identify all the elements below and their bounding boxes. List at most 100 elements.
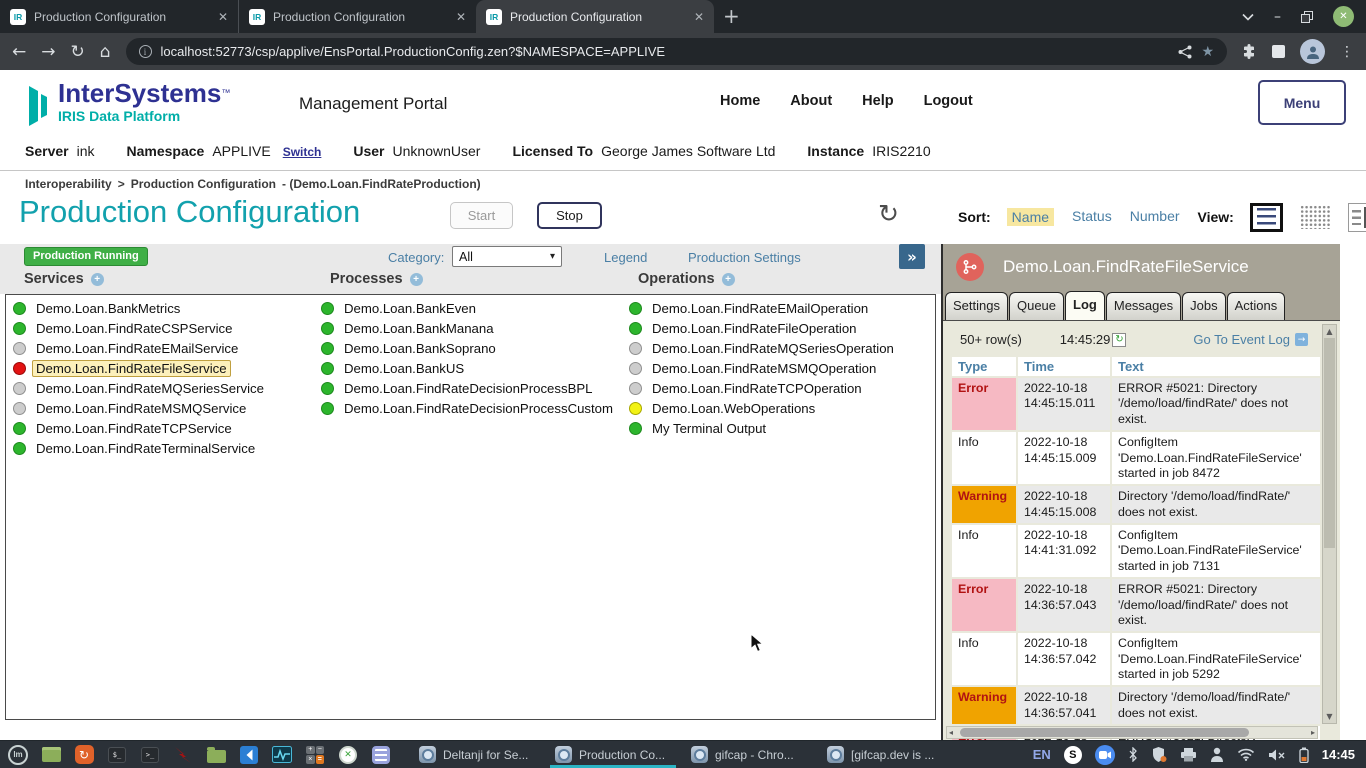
panel-tab-messages[interactable]: Messages bbox=[1106, 292, 1181, 320]
config-item[interactable]: Demo.Loan.BankMetrics bbox=[13, 298, 268, 318]
extensions-puzzle-icon[interactable] bbox=[1242, 44, 1257, 59]
panel-tab-queue[interactable]: Queue bbox=[1009, 292, 1064, 320]
share-icon[interactable] bbox=[1178, 45, 1192, 59]
site-info-icon[interactable]: i bbox=[139, 45, 152, 58]
chevron-down-icon[interactable] bbox=[1242, 13, 1254, 21]
config-item[interactable]: Demo.Loan.BankUS bbox=[321, 358, 617, 378]
scroll-right-icon[interactable]: ▸ bbox=[1311, 728, 1315, 737]
bookmark-star-icon[interactable]: ★ bbox=[1201, 44, 1214, 60]
config-item[interactable]: Demo.Loan.FindRateEMailOperation bbox=[629, 298, 898, 318]
config-item[interactable]: Demo.Loan.FindRateMQSeriesService bbox=[13, 378, 268, 398]
go-to-event-log-link[interactable]: Go To Event Log → bbox=[1193, 332, 1308, 347]
vertical-scrollbar[interactable]: ▲ ▼ bbox=[1322, 324, 1337, 724]
config-item[interactable]: My Terminal Output bbox=[629, 418, 898, 438]
nav-logout[interactable]: Logout bbox=[924, 93, 973, 109]
browser-menu-icon[interactable]: ⋮ bbox=[1340, 44, 1354, 60]
config-item[interactable]: Demo.Loan.FindRateTCPService bbox=[13, 418, 268, 438]
taskbar-window-button[interactable]: [gifcap.dev is ... bbox=[817, 741, 953, 768]
volume-muted-icon[interactable] bbox=[1268, 748, 1286, 762]
panel-tab-log[interactable]: Log bbox=[1065, 291, 1105, 320]
config-item[interactable]: Demo.Loan.FindRateTerminalService bbox=[13, 438, 268, 458]
panel-tab-settings[interactable]: Settings bbox=[945, 292, 1008, 320]
forward-icon[interactable]: → bbox=[41, 42, 55, 62]
taskbar-window-button[interactable]: gifcap - Chro... bbox=[681, 741, 817, 768]
scroll-up-icon[interactable]: ▲ bbox=[1323, 327, 1336, 336]
calculator-icon[interactable]: +−×= bbox=[304, 744, 326, 766]
taskbar-window-button[interactable]: Production Co... bbox=[545, 741, 681, 768]
config-item[interactable]: Demo.Loan.FindRateDecisionProcessCustom bbox=[321, 398, 617, 418]
breadcrumb-page[interactable]: Production Configuration bbox=[131, 177, 276, 191]
user-icon[interactable] bbox=[1210, 747, 1224, 762]
nav-help[interactable]: Help bbox=[862, 93, 893, 109]
panel-tab-actions[interactable]: Actions bbox=[1227, 292, 1286, 320]
mint-menu-icon[interactable]: lm bbox=[7, 744, 29, 766]
split-view-button[interactable] bbox=[1348, 203, 1366, 232]
config-item[interactable]: Demo.Loan.FindRateFileService bbox=[13, 358, 268, 378]
panel-tab-jobs[interactable]: Jobs bbox=[1182, 292, 1225, 320]
reload-icon[interactable]: ↻ bbox=[71, 42, 85, 62]
tab-close-icon[interactable]: ✕ bbox=[218, 10, 228, 24]
show-desktop-icon[interactable] bbox=[40, 744, 62, 766]
printer-icon[interactable] bbox=[1180, 747, 1197, 762]
add-item-icon[interactable]: + bbox=[410, 273, 423, 286]
sort-option-name[interactable]: Name bbox=[1007, 208, 1054, 226]
production-settings-link[interactable]: Production Settings bbox=[688, 250, 801, 265]
config-item[interactable]: Demo.Loan.BankSoprano bbox=[321, 338, 617, 358]
home-icon[interactable]: ⌂ bbox=[100, 42, 111, 62]
add-item-icon[interactable]: + bbox=[722, 273, 735, 286]
deltanji-icon[interactable] bbox=[172, 744, 194, 766]
grid-view-button[interactable] bbox=[1299, 203, 1332, 232]
battery-icon[interactable] bbox=[1299, 747, 1309, 763]
video-call-icon[interactable] bbox=[1095, 745, 1115, 765]
side-panel-icon[interactable] bbox=[1272, 45, 1285, 58]
back-icon[interactable]: ← bbox=[12, 42, 26, 62]
namespace-switch-link[interactable]: Switch bbox=[283, 145, 322, 159]
browser-tab[interactable]: IRProduction Configuration✕ bbox=[0, 0, 238, 33]
remote-session-icon[interactable]: ✕ bbox=[337, 744, 359, 766]
browser-tab[interactable]: IRProduction Configuration✕ bbox=[238, 0, 476, 33]
tab-close-icon[interactable]: ✕ bbox=[694, 10, 704, 24]
restore-button[interactable] bbox=[1301, 11, 1313, 23]
config-item[interactable]: Demo.Loan.BankEven bbox=[321, 298, 617, 318]
log-refresh-icon[interactable]: ↻ bbox=[1112, 333, 1126, 347]
legend-link[interactable]: Legend bbox=[604, 250, 647, 265]
file-manager-icon[interactable] bbox=[205, 744, 227, 766]
list-view-button[interactable] bbox=[1250, 203, 1283, 232]
system-monitor-icon[interactable] bbox=[271, 744, 293, 766]
clock[interactable]: 14:45 bbox=[1322, 747, 1355, 762]
config-item[interactable]: Demo.Loan.FindRateEMailService bbox=[13, 338, 268, 358]
new-tab-button[interactable]: + bbox=[723, 4, 740, 28]
breadcrumb-root[interactable]: Interoperability bbox=[25, 177, 112, 191]
expand-panel-button[interactable]: » bbox=[899, 244, 925, 269]
horizontal-scrollbar[interactable]: ◂ ▸ bbox=[946, 726, 1318, 739]
browser-tab[interactable]: IRProduction Configuration✕ bbox=[476, 0, 714, 33]
config-item[interactable]: Demo.Loan.FindRateMSMQService bbox=[13, 398, 268, 418]
taskbar-window-button[interactable]: Deltanji for Se... bbox=[409, 741, 545, 768]
scroll-down-icon[interactable]: ▼ bbox=[1323, 712, 1336, 721]
minimize-button[interactable]: – bbox=[1274, 9, 1281, 25]
config-item[interactable]: Demo.Loan.FindRateDecisionProcessBPL bbox=[321, 378, 617, 398]
config-item[interactable]: Demo.Loan.BankManana bbox=[321, 318, 617, 338]
nav-home[interactable]: Home bbox=[720, 93, 760, 109]
stop-button[interactable]: Stop bbox=[537, 202, 602, 229]
notes-icon[interactable] bbox=[370, 744, 392, 766]
terminal-icon[interactable]: $_ bbox=[106, 744, 128, 766]
config-item[interactable]: Demo.Loan.FindRateFileOperation bbox=[629, 318, 898, 338]
config-item[interactable]: Demo.Loan.WebOperations bbox=[629, 398, 898, 418]
close-button[interactable]: ✕ bbox=[1333, 6, 1354, 27]
config-item[interactable]: Demo.Loan.FindRateCSPService bbox=[13, 318, 268, 338]
add-item-icon[interactable]: + bbox=[91, 273, 104, 286]
config-item[interactable]: Demo.Loan.FindRateTCPOperation bbox=[629, 378, 898, 398]
updater-icon[interactable]: ↻ bbox=[73, 744, 95, 766]
menu-button[interactable]: Menu bbox=[1258, 80, 1346, 125]
scroll-left-icon[interactable]: ◂ bbox=[949, 728, 953, 737]
tab-close-icon[interactable]: ✕ bbox=[456, 10, 466, 24]
config-item[interactable]: Demo.Loan.FindRateMQSeriesOperation bbox=[629, 338, 898, 358]
hscroll-thumb[interactable] bbox=[960, 728, 1249, 737]
address-bar[interactable]: i localhost:52773/csp/applive/EnsPortal.… bbox=[126, 38, 1227, 65]
sort-option-number[interactable]: Number bbox=[1130, 208, 1180, 226]
wifi-icon[interactable] bbox=[1237, 748, 1255, 761]
root-terminal-icon[interactable]: >_ bbox=[139, 744, 161, 766]
vscroll-thumb[interactable] bbox=[1324, 338, 1335, 548]
sort-option-status[interactable]: Status bbox=[1072, 208, 1112, 226]
